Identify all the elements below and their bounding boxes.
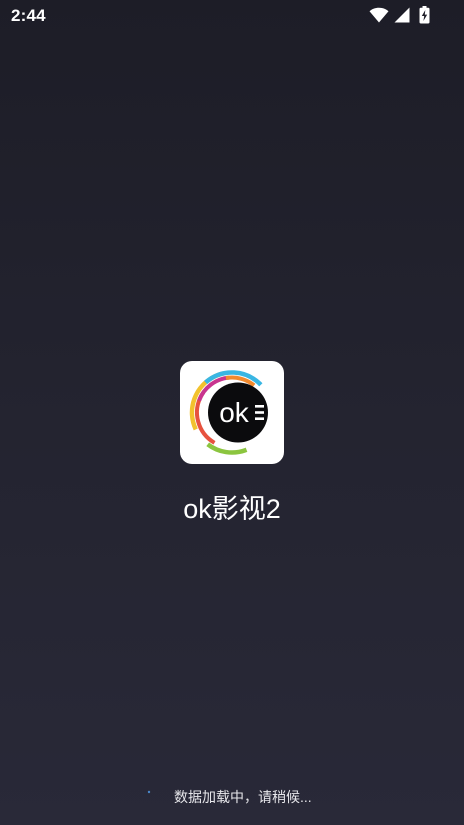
spinner-icon xyxy=(147,790,151,794)
ok-logo-icon: ok xyxy=(189,370,275,455)
status-icons xyxy=(369,6,430,24)
loading-indicator: 数据加载中，请稍候... xyxy=(0,786,464,806)
splash-content: ok ok影视2 xyxy=(0,361,464,526)
cell-signal-icon xyxy=(394,7,410,23)
app-icon: ok xyxy=(180,361,284,464)
app-name: ok影视2 xyxy=(183,494,281,524)
status-time: 2:44 xyxy=(11,6,46,25)
wifi-icon xyxy=(369,7,389,23)
loading-message: 数据加载中，请稍候... xyxy=(174,789,312,805)
battery-charging-icon xyxy=(419,6,430,24)
logo-text: ok xyxy=(219,397,250,428)
status-bar: 2:44 xyxy=(0,0,464,32)
